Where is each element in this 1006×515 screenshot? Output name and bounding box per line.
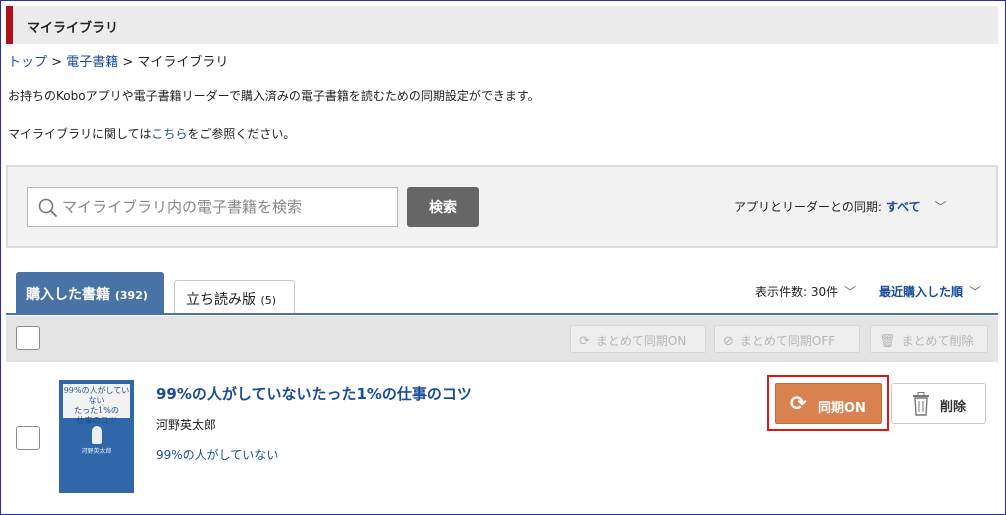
cover-title-line1: 99%の人がしていない <box>63 386 130 405</box>
bulk-sync-on-label: まとめて同期ON <box>595 334 687 348</box>
window-frame <box>0 0 1006 515</box>
bulk-sync-off-label: まとめて同期OFF <box>739 334 836 348</box>
book-cover-image[interactable]: 99%の人がしていない たった1%の 仕事のコツ 河野英太郎 <box>59 380 134 493</box>
tab-underline <box>6 313 998 315</box>
sync-icon: ⟳ <box>790 391 807 415</box>
description-text: お持ちのKoboアプリや電子書籍リーダーで購入済みの電子書籍を読むための同期設定… <box>8 89 540 103</box>
chevron-down-icon: ﹀ <box>844 285 857 299</box>
bulk-delete-button[interactable]: 🗑 まとめて削除 <box>870 325 988 353</box>
breadcrumb-home-link[interactable]: トップ <box>8 55 47 70</box>
select-all-checkbox[interactable] <box>16 326 40 350</box>
sort-label: 最近購入した順 <box>879 285 964 299</box>
search-input[interactable] <box>62 192 392 222</box>
reference-link[interactable]: こちら <box>151 127 187 141</box>
sync-filter-dropdown[interactable]: アプリとリーダーとの同期: すべて ﹀ <box>734 198 947 215</box>
sync-on-label: 同期ON <box>818 401 866 416</box>
chevron-down-icon: ﹀ <box>934 200 947 214</box>
trash-icon <box>913 392 929 416</box>
search-box[interactable] <box>27 187 398 227</box>
page-title-bar: マイライブラリ <box>6 6 998 44</box>
sync-icon: ⟳ <box>579 334 590 349</box>
search-panel: 検索 アプリとリーダーとの同期:すべて ﹀ <box>6 165 998 248</box>
tab-sample-books[interactable]: 立ち読み版 (5) <box>174 280 295 314</box>
reference-text-post: をご参照ください。 <box>187 127 296 141</box>
tab-sample-label: 立ち読み版 <box>186 292 256 308</box>
bulk-delete-label: まとめて削除 <box>901 334 974 348</box>
breadcrumb-current: マイライブラリ <box>137 55 229 70</box>
bulk-action-bar: ⟳ まとめて同期ON ⊘ まとめて同期OFF 🗑 まとめて削除 <box>6 316 998 362</box>
cover-title-line2: たった1%の <box>74 406 119 415</box>
bulk-sync-on-button[interactable]: ⟳ まとめて同期ON <box>570 325 706 353</box>
breadcrumb-separator: > <box>118 55 138 70</box>
tab-sample-count: (5) <box>260 294 277 307</box>
reference-text-pre: マイライブラリに関しては <box>8 127 152 141</box>
cover-figure <box>91 426 102 444</box>
book-author: 河野英太郎 <box>156 418 217 432</box>
search-icon <box>38 198 58 218</box>
tab-purchased-count: (392) <box>114 289 148 302</box>
search-button[interactable]: 検索 <box>407 187 479 227</box>
cover-title: 99%の人がしていない たった1%の 仕事のコツ <box>63 384 130 425</box>
trash-icon: 🗑 <box>879 334 896 349</box>
delete-label: 削除 <box>940 400 967 415</box>
page-title: マイライブラリ <box>27 21 119 36</box>
sync-filter-label: アプリとリーダーとの同期: <box>734 200 882 214</box>
book-series-link[interactable]: 99%の人がしていない <box>156 446 278 463</box>
chevron-down-icon: ﹀ <box>969 285 982 299</box>
cover-author: 河野英太郎 <box>81 448 112 455</box>
delete-button[interactable]: 削除 <box>891 383 986 424</box>
breadcrumb: トップ > 電子書籍 > マイライブラリ <box>8 51 228 70</box>
sync-on-button[interactable]: ⟳ 同期ON <box>775 383 882 424</box>
tab-purchased-books[interactable]: 購入した書籍 (392) <box>16 272 164 314</box>
book-select-checkbox[interactable] <box>16 426 40 450</box>
breadcrumb-ebooks-link[interactable]: 電子書籍 <box>66 55 118 70</box>
reference-text: マイライブラリに関してはこちらをご参照ください。 <box>8 125 295 142</box>
tab-purchased-label: 購入した書籍 <box>26 287 110 303</box>
bulk-sync-off-button[interactable]: ⊘ まとめて同期OFF <box>714 325 860 353</box>
sync-filter-value: すべて <box>885 200 921 214</box>
book-title-link[interactable]: 99%の人がしていないたった1%の仕事のコツ <box>156 383 472 404</box>
cover-illustration: 河野英太郎 <box>63 424 130 488</box>
sort-dropdown[interactable]: 最近購入した順 ﹀ <box>879 283 981 300</box>
per-page-dropdown[interactable]: 表示件数: 30件 ﹀ <box>755 283 856 300</box>
per-page-label: 表示件数: 30件 <box>755 285 839 299</box>
breadcrumb-separator: > <box>47 55 67 70</box>
sync-off-icon: ⊘ <box>723 334 734 349</box>
